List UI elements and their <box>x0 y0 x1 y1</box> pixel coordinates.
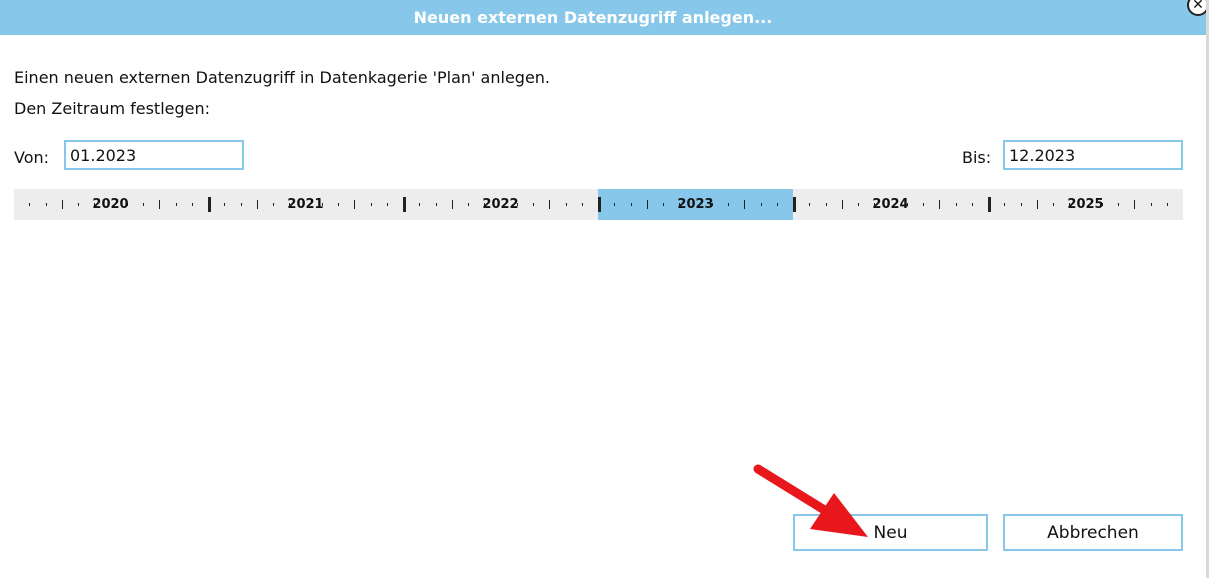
month-tick <box>581 203 583 206</box>
month-tick <box>1004 203 1006 206</box>
month-tick <box>971 203 973 206</box>
month-tick <box>565 203 567 206</box>
month-tick <box>29 203 31 206</box>
from-input[interactable] <box>64 140 244 170</box>
month-tick <box>858 203 859 206</box>
month-tick <box>939 200 941 209</box>
cancel-button[interactable]: Abbrechen <box>1003 514 1183 551</box>
month-tick <box>663 203 664 206</box>
month-tick <box>370 203 372 206</box>
month-tick <box>1166 203 1168 206</box>
month-tick <box>841 200 843 209</box>
year-major-tick <box>793 197 796 212</box>
month-tick <box>354 200 356 209</box>
month-tick <box>630 203 632 206</box>
month-tick <box>744 200 746 209</box>
year-major-tick <box>598 197 601 212</box>
month-tick <box>175 203 177 206</box>
year-major-tick <box>403 197 406 212</box>
dialog-title: Neuen externen Datenzugriff anlegen... <box>413 8 773 27</box>
month-tick <box>451 200 453 209</box>
to-input[interactable] <box>1003 140 1183 170</box>
month-tick <box>240 203 242 206</box>
dialog-description: Einen neuen externen Datenzugriff in Dat… <box>14 68 551 87</box>
title-bar: Neuen externen Datenzugriff anlegen... <box>0 0 1206 35</box>
year-label-2020[interactable]: 2020 <box>92 197 128 212</box>
month-tick <box>728 203 729 206</box>
month-tick <box>1134 200 1136 209</box>
month-tick <box>1053 203 1054 206</box>
month-tick <box>646 200 648 209</box>
month-tick <box>159 200 161 209</box>
month-tick <box>614 203 616 206</box>
month-tick <box>1118 203 1119 206</box>
month-tick <box>386 203 388 206</box>
month-tick <box>760 203 762 206</box>
year-major-tick <box>208 197 211 212</box>
year-label-2025[interactable]: 2025 <box>1067 197 1103 212</box>
month-tick <box>78 203 79 206</box>
month-tick <box>468 203 469 206</box>
month-tick <box>549 200 551 209</box>
month-tick <box>1036 200 1038 209</box>
year-timeline[interactable]: 2020 2021 2022 2023 2024 2025 <box>14 189 1183 220</box>
month-tick <box>533 203 534 206</box>
month-tick <box>923 203 924 206</box>
year-label-2023[interactable]: 2023 <box>677 197 713 212</box>
month-tick <box>955 203 957 206</box>
month-tick <box>338 203 339 206</box>
month-tick <box>1150 203 1152 206</box>
month-tick <box>435 203 437 206</box>
month-tick <box>191 203 193 206</box>
month-tick <box>776 203 778 206</box>
year-major-tick <box>988 197 991 212</box>
year-label-2021[interactable]: 2021 <box>287 197 323 212</box>
month-tick <box>256 200 258 209</box>
to-label: Bis: <box>962 148 992 167</box>
month-tick <box>1020 203 1022 206</box>
red-arrow-annotation <box>753 464 868 537</box>
month-tick <box>273 203 274 206</box>
month-tick <box>143 203 144 206</box>
year-label-2022[interactable]: 2022 <box>482 197 518 212</box>
month-tick <box>825 203 827 206</box>
from-label: Von: <box>14 148 50 167</box>
month-tick <box>419 203 421 206</box>
month-tick <box>61 200 63 209</box>
month-tick <box>45 203 47 206</box>
year-label-2024[interactable]: 2024 <box>872 197 908 212</box>
period-label: Den Zeitraum festlegen: <box>14 99 211 118</box>
month-tick <box>809 203 811 206</box>
month-tick <box>224 203 226 206</box>
